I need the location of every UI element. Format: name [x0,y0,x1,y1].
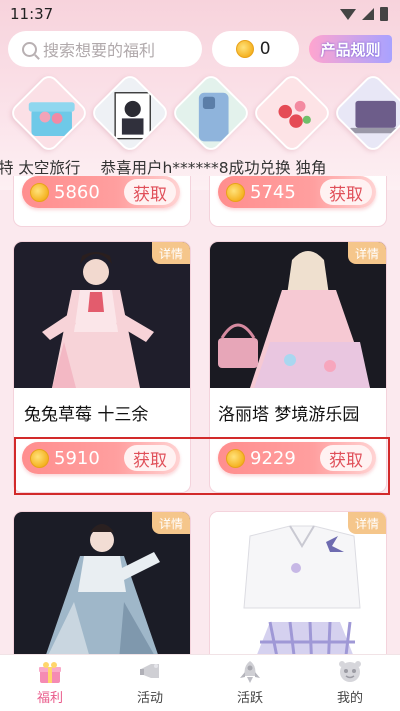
status-time: 11:37 [10,5,54,23]
bottom-tab-bar: 福利 活动 活跃 我的 [0,654,400,711]
megaphone-icon [140,664,159,678]
product-grid: 5860 获取 5745 获取 详情 兔兔草莓 十三余 5910 获取 详情 洛… [0,176,400,654]
detail-tag[interactable]: 详情 [348,512,386,534]
header-row: 搜索想要的福利 0 产品规则 [8,30,392,68]
price-value: 5860 [54,181,100,203]
carousel-item-comic[interactable] [88,71,172,155]
tab-welfare[interactable]: 福利 [0,655,100,711]
carousel-item-gift-box[interactable] [7,71,91,155]
tab-activity[interactable]: 活动 [100,655,200,711]
status-icons [340,7,388,21]
profile-icon [339,661,361,682]
tab-label: 活跃 [236,691,263,706]
gift-icon [39,662,61,683]
carousel-item-laptop[interactable] [331,71,400,155]
marquee-item: 特 太空旅行 [0,159,81,177]
tab-label: 我的 [336,691,363,706]
carousel-item-hair-accessory[interactable] [250,71,334,155]
highlight-box [14,437,390,495]
featured-carousel [0,71,400,155]
detail-tag[interactable]: 详情 [152,512,190,534]
price-value: 5745 [250,181,296,203]
laptop-icon [336,76,400,155]
product-rules-button[interactable]: 产品规则 [309,35,392,63]
coin-balance-value: 0 [259,39,271,59]
battery-icon [380,7,388,21]
status-bar: 11:37 [0,0,400,28]
marquee-item: 恭喜用户h******8成功兑换 独角 [100,159,327,177]
get-button[interactable]: 获取 [320,179,372,205]
search-icon [22,41,37,57]
coin-icon [235,40,254,58]
signal-icon [362,8,374,20]
comic-book-icon [93,76,172,155]
product-card[interactable]: 详情 [14,512,190,654]
detail-tag[interactable]: 详情 [152,242,190,264]
rocket-icon [240,661,260,683]
coin-icon [30,182,49,202]
tab-active[interactable]: 活跃 [200,655,300,711]
wifi-icon [340,8,356,20]
hair-accessory-icon [255,76,334,155]
tab-profile[interactable]: 我的 [300,655,400,711]
tab-label: 活动 [136,691,163,706]
gift-box-icon [12,76,91,155]
tab-label: 福利 [36,691,63,706]
product-title: 洛丽塔 梦境游乐园 [218,405,360,425]
price-pill: 5860 获取 [22,176,180,208]
product-title: 兔兔草莓 十三余 [24,405,149,425]
coin-balance[interactable]: 0 [211,31,300,67]
product-card[interactable]: 详情 [210,512,386,654]
product-card[interactable]: 5745 获取 [210,176,386,226]
product-card[interactable]: 5860 获取 [14,176,190,226]
carousel-item-phone[interactable] [169,71,253,155]
phone-icon [174,76,253,155]
price-pill: 5745 获取 [218,176,376,208]
search-input[interactable]: 搜索想要的福利 [8,31,202,67]
get-button[interactable]: 获取 [124,179,176,205]
detail-tag[interactable]: 详情 [348,242,386,264]
search-placeholder: 搜索想要的福利 [43,41,156,60]
coin-icon [226,182,245,202]
